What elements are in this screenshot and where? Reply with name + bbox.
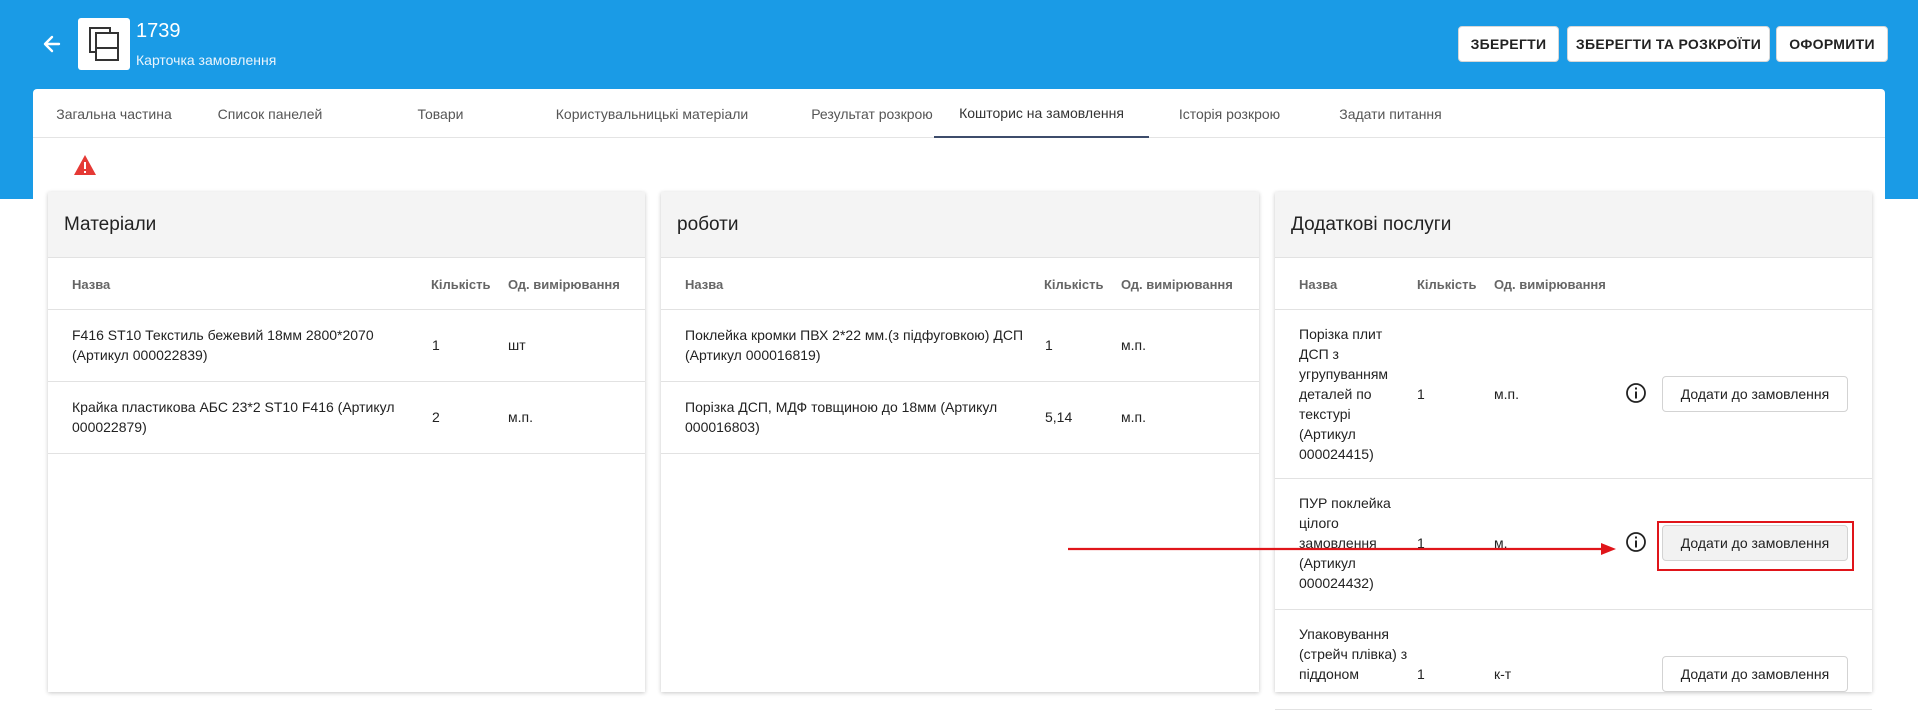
row-qty: 1 bbox=[1045, 337, 1053, 353]
back-button[interactable] bbox=[38, 30, 66, 58]
row-name: Упаковування (стрейч плівка) з піддоном bbox=[1299, 626, 1408, 682]
save-button[interactable]: ЗБЕРЕГТИ bbox=[1458, 26, 1559, 62]
tab-goods[interactable]: Товари bbox=[378, 89, 503, 138]
table-header: Назва Кількість Од. вимірювання bbox=[1275, 258, 1872, 310]
materials-panel: Матеріали Назва Кількість Од. вимірюванн… bbox=[48, 192, 645, 692]
row-unit: м.п. bbox=[508, 409, 533, 425]
tab-cut-history[interactable]: Історія розкрою bbox=[1149, 89, 1310, 138]
panel-title: Додаткові послуги bbox=[1275, 192, 1872, 258]
tab-panel-list[interactable]: Список панелей bbox=[195, 89, 345, 138]
checkout-button[interactable]: ОФОРМИТИ bbox=[1776, 26, 1888, 62]
row-name: Поклейка кромки ПВХ 2*22 мм.(з підфуговк… bbox=[685, 327, 1024, 363]
column-unit: Од. вимірювання bbox=[508, 276, 620, 292]
row-unit: м.п. bbox=[1121, 409, 1146, 425]
table-row: F416 ST10 Текстиль бежевий 18мм 2800*207… bbox=[48, 310, 645, 382]
arrow-left-icon bbox=[43, 35, 61, 53]
column-name: Назва bbox=[1299, 276, 1338, 292]
row-unit: к-т bbox=[1494, 666, 1512, 682]
table-row: Порізка ДСП, МДФ товщиною до 18мм (Артик… bbox=[661, 382, 1259, 454]
order-subtitle: Карточка замовлення bbox=[136, 52, 277, 68]
row-unit: м.п. bbox=[1494, 386, 1519, 402]
table-header: Назва Кількість Од. вимірювання bbox=[48, 258, 645, 310]
column-qty: Кількість bbox=[1417, 276, 1477, 292]
order-logo bbox=[78, 18, 130, 70]
order-number: 1739 bbox=[136, 20, 181, 42]
tab-custom-materials[interactable]: Користувальницькі матеріали bbox=[533, 89, 771, 138]
row-unit: шт bbox=[508, 337, 526, 353]
tab-ask-question[interactable]: Задати питання bbox=[1310, 89, 1471, 138]
tab-order-estimate[interactable]: Кошторис на замовлення bbox=[934, 89, 1149, 138]
table-header: Назва Кількість Од. вимірювання bbox=[661, 258, 1259, 310]
row-name: F416 ST10 Текстиль бежевий 18мм 2800*207… bbox=[72, 327, 374, 363]
add-to-order-button[interactable]: Додати до замовлення bbox=[1662, 656, 1848, 692]
row-name: Порізка ДСП, МДФ товщиною до 18мм (Артик… bbox=[685, 399, 998, 435]
row-qty: 2 bbox=[432, 409, 440, 425]
panel-title: роботи bbox=[661, 192, 1259, 258]
warning-triangle-icon bbox=[74, 155, 96, 175]
add-to-order-button[interactable]: Додати до замовлення bbox=[1662, 376, 1848, 412]
row-qty: 5,14 bbox=[1045, 409, 1073, 425]
row-name: Порізка плит ДСП з угрупуванням деталей … bbox=[1299, 326, 1389, 462]
column-name: Назва bbox=[72, 276, 111, 292]
order-document-icon bbox=[89, 27, 119, 61]
row-name: Крайка пластикова АБС 23*2 ST10 F416 (Ар… bbox=[72, 399, 395, 435]
annotation-arrow bbox=[1068, 543, 1616, 555]
table-row: Порізка плит ДСП з угрупуванням деталей … bbox=[1275, 310, 1872, 479]
services-panel: Додаткові послуги Назва Кількість Од. ви… bbox=[1275, 192, 1872, 710]
panel-title: Матеріали bbox=[48, 192, 645, 258]
save-and-cut-button[interactable]: ЗБЕРЕГТИ ТА РОЗКРОЇТИ bbox=[1567, 26, 1770, 62]
row-qty: 1 bbox=[1417, 386, 1425, 402]
column-unit: Од. вимірювання bbox=[1494, 276, 1606, 292]
row-unit: м.п. bbox=[1121, 337, 1146, 353]
tab-bar: Загальна частина Список панелей Товари К… bbox=[33, 89, 1885, 138]
table-row: Поклейка кромки ПВХ 2*22 мм.(з підфуговк… bbox=[661, 310, 1259, 382]
row-qty: 1 bbox=[432, 337, 440, 353]
column-qty: Кількість bbox=[1044, 276, 1104, 292]
annotation-highlight-box bbox=[1657, 521, 1854, 571]
column-name: Назва bbox=[685, 276, 724, 292]
table-row: Упаковування (стрейч плівка) з піддоном … bbox=[1275, 610, 1872, 710]
table-row: Крайка пластикова АБС 23*2 ST10 F416 (Ар… bbox=[48, 382, 645, 454]
row-qty: 1 bbox=[1417, 666, 1425, 682]
tab-general[interactable]: Загальна частина bbox=[33, 89, 195, 138]
column-qty: Кількість bbox=[431, 276, 491, 292]
works-panel: роботи Назва Кількість Од. вимірювання П… bbox=[661, 192, 1259, 692]
info-icon[interactable] bbox=[1625, 382, 1647, 404]
info-icon[interactable] bbox=[1625, 531, 1647, 553]
column-unit: Од. вимірювання bbox=[1121, 276, 1233, 292]
